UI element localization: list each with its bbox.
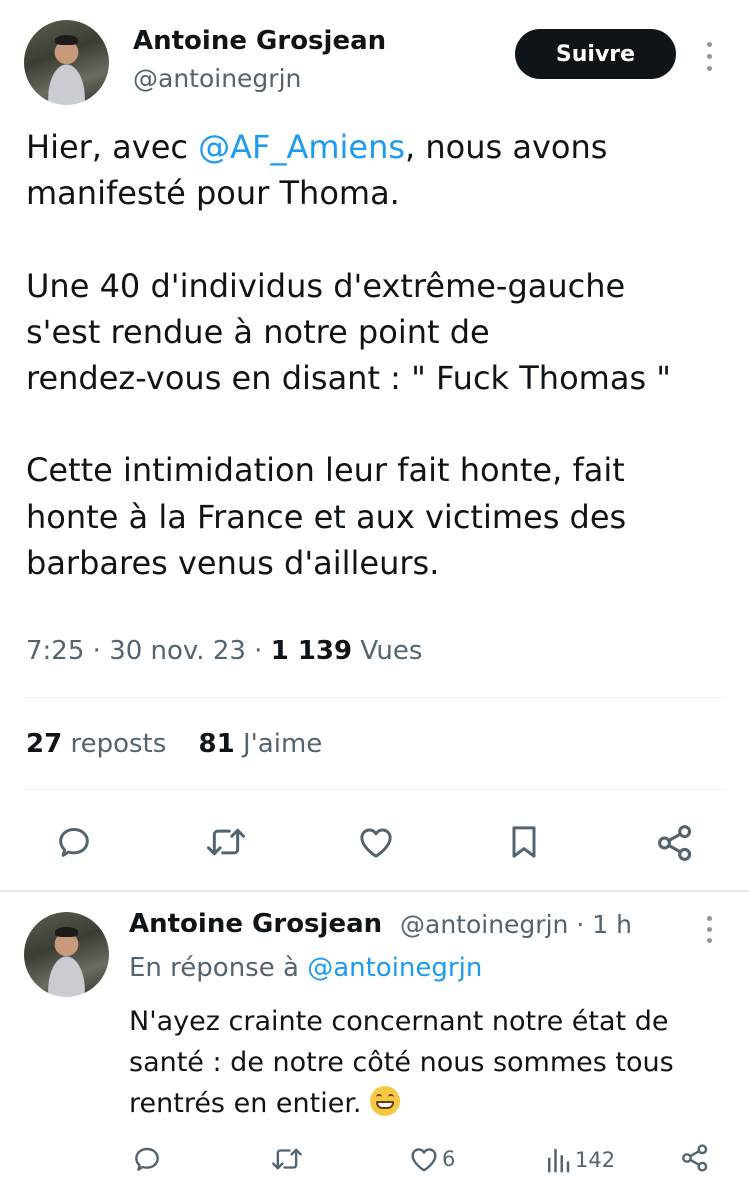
reply-line: N'ayez crainte concernant notre état de [129, 1006, 669, 1037]
bookmark-icon [512, 826, 536, 858]
reposts-count: 27 [26, 729, 63, 759]
like-icon [411, 1148, 437, 1172]
likes-label: J'aime [242, 729, 323, 759]
tweet-line: honte à la France et aux victimes des [26, 497, 627, 536]
divider [24, 789, 726, 790]
reply-like-button[interactable]: 6 [408, 1143, 455, 1175]
tweet-line: s'est rendue à notre point de [26, 312, 490, 351]
bookmark-button[interactable] [504, 820, 544, 864]
tweet-line: barbares venus d'ailleurs. [26, 544, 440, 583]
more-icon[interactable] [704, 42, 714, 71]
author-handle[interactable]: @antoinegrjn [133, 64, 301, 93]
text-segment: Hier, avec [26, 128, 199, 166]
text-segment: , nous avons [405, 128, 608, 166]
tweet-line: rendez-vous en disant : " Fuck Thomas " [26, 359, 671, 398]
like-button[interactable] [355, 822, 397, 862]
share-icon [658, 825, 692, 861]
reply-icon [59, 828, 89, 857]
tweet-line: Une 40 d'individus d'extrême-gauche [26, 266, 626, 305]
repost-button[interactable] [204, 822, 248, 862]
more-icon[interactable] [704, 916, 714, 943]
tweet-meta: 7:25 · 30 nov. 23 · 1 139 Vues [26, 636, 422, 666]
reply-author-meta: @antoinegrjn · 1 h [400, 910, 632, 939]
grinning-face-emoji [370, 1086, 401, 1116]
views-label: Vues [360, 636, 423, 666]
reply-author-handle[interactable]: @antoinegrjn [400, 910, 568, 939]
mention-link[interactable]: @AF_Amiens [198, 128, 405, 166]
tweet-text: Hier, avec @AF_Amiens, nous avons manife… [26, 124, 736, 586]
engagement-stats: 27 reposts 81 J'aime [26, 729, 322, 759]
share-icon [682, 1144, 708, 1172]
reply-views-button[interactable]: 142 [543, 1145, 615, 1175]
separator: · [576, 910, 585, 939]
avatar[interactable] [24, 20, 109, 105]
repost-icon [272, 1148, 302, 1170]
tweet-date[interactable]: 30 nov. 23 [109, 636, 246, 666]
reply-line: rentrés en entier. [129, 1083, 674, 1124]
share-button[interactable] [654, 822, 696, 864]
reply-share-button[interactable] [679, 1142, 711, 1174]
author-name[interactable]: Antoine Grosjean [133, 26, 386, 56]
separator: · [92, 636, 101, 666]
like-icon [360, 828, 392, 858]
divider [24, 697, 726, 698]
likes-count: 81 [198, 729, 235, 759]
follow-button[interactable]: Suivre [515, 29, 676, 79]
reply-reply-button[interactable] [131, 1143, 163, 1175]
reply-line: santé : de notre côté nous sommes tous [129, 1047, 674, 1078]
tweet-time[interactable]: 7:25 [26, 636, 84, 666]
reposts-label: reposts [70, 729, 167, 759]
reply-text: N'ayez crainte concernant notre état de … [129, 1001, 674, 1124]
reply-likes-count: 6 [442, 1147, 456, 1171]
reply-views-count: 142 [575, 1148, 616, 1172]
likes-stat[interactable]: 81 J'aime [199, 729, 323, 759]
tweet-line: Cette intimidation leur fait honte, fait [26, 451, 625, 490]
reply-icon [135, 1147, 159, 1171]
in-reply-to: En réponse à @antoinegrjn [129, 953, 482, 983]
views-count: 1 139 [270, 636, 353, 666]
reply-button[interactable] [54, 822, 94, 862]
views-icon [548, 1148, 570, 1173]
in-reply-prefix: En réponse à [129, 953, 299, 983]
reply-avatar[interactable] [24, 912, 109, 997]
divider [0, 890, 749, 892]
in-reply-handle[interactable]: @antoinegrjn [307, 953, 482, 983]
separator: · [254, 636, 263, 666]
reply-time[interactable]: 1 h [592, 910, 632, 939]
reposts-stat[interactable]: 27 reposts [26, 729, 166, 759]
tweet-line: manifesté pour Thoma. [26, 174, 400, 213]
reply-repost-button[interactable] [270, 1143, 304, 1175]
text-segment: rentrés en entier. [129, 1088, 362, 1119]
repost-icon [207, 828, 245, 856]
tweet-line: Hier, avec @AF_Amiens, nous avons [26, 124, 736, 170]
reply-author-name[interactable]: Antoine Grosjean [129, 909, 382, 939]
